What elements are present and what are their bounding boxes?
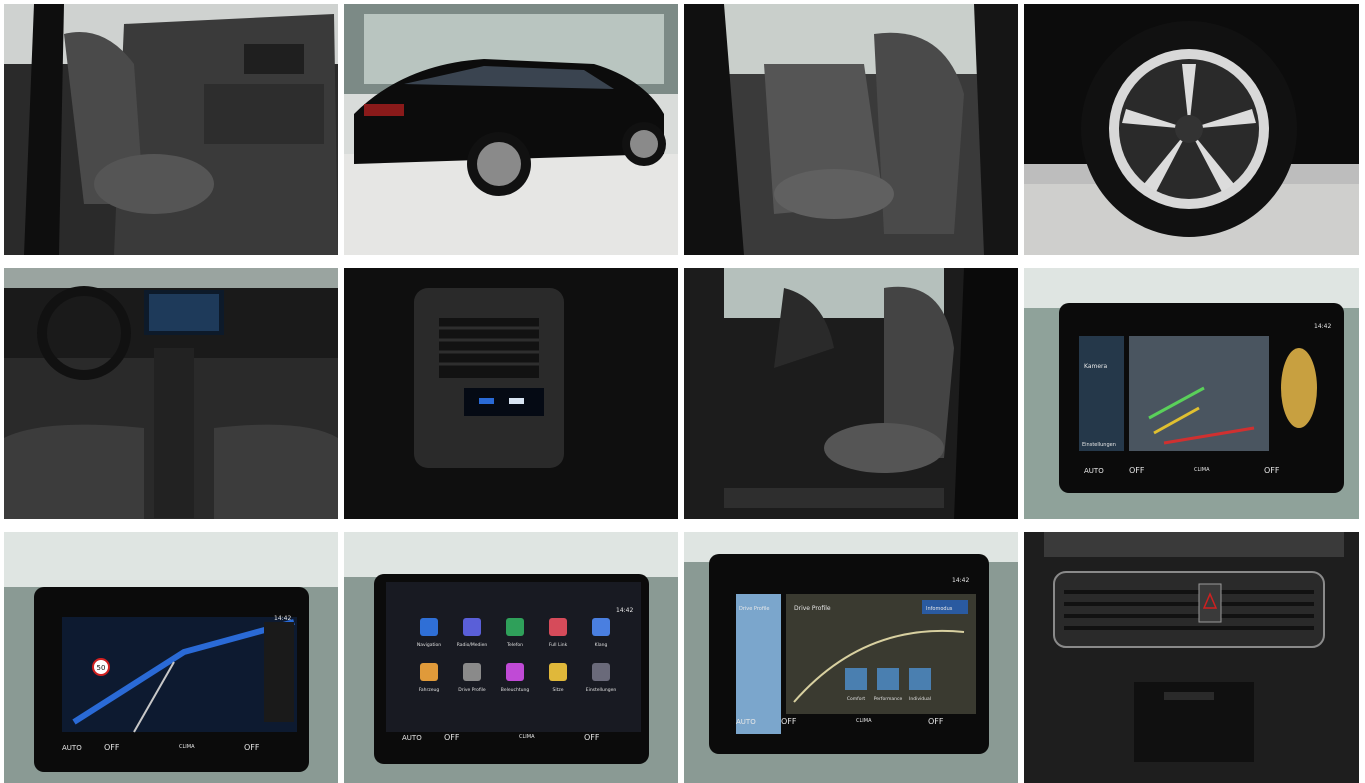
- photo-tile[interactable]: [344, 4, 678, 255]
- app-icon: [592, 663, 610, 681]
- drive-info-button: Infomodus: [926, 606, 953, 612]
- photo-tile[interactable]: [344, 268, 678, 519]
- speed-limit: 50: [97, 664, 106, 672]
- photo-tile[interactable]: 14:42 Navigation Radio/Medien Telefon Full …: [344, 532, 678, 783]
- climate-clima: CLIMA: [1194, 467, 1210, 473]
- photo-center-vents: [1024, 532, 1359, 783]
- photo-tile[interactable]: [4, 4, 338, 255]
- photo-tile[interactable]: [1024, 4, 1359, 255]
- app-label: Einstellungen: [586, 687, 617, 693]
- photo-gallery: Kamera Einstellungen 14:42 AUTO OFF CLIM…: [4, 4, 1359, 783]
- climate-auto: AUTO: [62, 744, 82, 752]
- app-icon: [463, 618, 481, 636]
- photo-tile[interactable]: [684, 268, 1018, 519]
- climate-auto: AUTO: [402, 734, 422, 742]
- app-label: Beleuchtung: [501, 687, 530, 693]
- photo-car-exterior: [344, 4, 678, 255]
- app-icon: [506, 618, 524, 636]
- app-icon: [549, 618, 567, 636]
- photo-dashboard: [4, 268, 338, 519]
- climate-off-right: OFF: [1264, 466, 1280, 475]
- photo-wheel: [1024, 4, 1359, 255]
- photo-tile[interactable]: [684, 4, 1018, 255]
- app-label: Fahrzeug: [419, 687, 440, 693]
- drive-mode-label: Individual: [909, 696, 931, 702]
- photo-passenger-seat: [684, 268, 1018, 519]
- app-label: Klang: [595, 642, 608, 648]
- climate-off-left: OFF: [781, 717, 797, 726]
- drive-mode-icon: [877, 668, 899, 690]
- climate-off-left: OFF: [104, 743, 120, 752]
- photo-tile[interactable]: 50 14:42 AUTO OFF CLIMA OFF: [4, 532, 338, 783]
- camera-settings-label: Einstellungen: [1082, 442, 1116, 448]
- drive-mode-label: Comfort: [847, 696, 865, 702]
- photo-tile[interactable]: [4, 268, 338, 519]
- photo-tile[interactable]: Kamera Einstellungen 14:42 AUTO OFF CLIM…: [1024, 268, 1359, 519]
- photo-tile[interactable]: Drive Profile Drive Profile 14:42 Infomo…: [684, 532, 1018, 783]
- camera-time: 14:42: [1314, 323, 1331, 330]
- app-label: Full Link: [549, 642, 568, 648]
- app-icon: [506, 663, 524, 681]
- climate-auto: AUTO: [1084, 467, 1104, 475]
- photo-navigation-screen: 50 14:42 AUTO OFF CLIMA OFF: [4, 532, 338, 783]
- app-icon: [549, 663, 567, 681]
- app-icon: [463, 663, 481, 681]
- photo-rear-seats: [684, 4, 1018, 255]
- climate-clima: CLIMA: [179, 744, 195, 750]
- photo-tile[interactable]: [1024, 532, 1359, 783]
- photo-front-seats: [4, 4, 338, 255]
- climate-clima: CLIMA: [856, 718, 872, 724]
- climate-clima: CLIMA: [519, 734, 535, 740]
- climate-off-left: OFF: [1129, 466, 1145, 475]
- drive-title-left: Drive Profile: [739, 606, 769, 612]
- photo-camera-screen: Kamera Einstellungen 14:42 AUTO OFF CLIM…: [1024, 268, 1359, 519]
- climate-off-right: OFF: [928, 717, 944, 726]
- app-icon: [592, 618, 610, 636]
- app-icon: [420, 618, 438, 636]
- drive-title-main: Drive Profile: [794, 605, 831, 612]
- climate-off-right: OFF: [584, 733, 600, 742]
- app-label: Radio/Medien: [457, 642, 488, 648]
- drive-mode-icon: [845, 668, 867, 690]
- app-label: Telefon: [506, 642, 523, 648]
- app-label: Navigation: [417, 642, 441, 648]
- climate-off-left: OFF: [444, 733, 460, 742]
- drive-mode-icon: [909, 668, 931, 690]
- photo-apps-screen: 14:42 Navigation Radio/Medien Telefon Full …: [344, 532, 678, 783]
- nav-time: 14:42: [274, 615, 291, 622]
- climate-off-right: OFF: [244, 743, 260, 752]
- photo-rear-vents: [344, 268, 678, 519]
- app-label: Sitze: [552, 687, 563, 693]
- drive-mode-label: Performance: [874, 696, 903, 702]
- camera-side-label: Kamera: [1084, 363, 1108, 370]
- drive-time: 14:42: [952, 577, 969, 584]
- apps-time: 14:42: [616, 607, 633, 614]
- climate-auto: AUTO: [736, 718, 756, 726]
- photo-drive-profile-screen: Drive Profile Drive Profile 14:42 Infomo…: [684, 532, 1018, 783]
- app-label: Drive Profile: [458, 687, 486, 693]
- app-icon: [420, 663, 438, 681]
